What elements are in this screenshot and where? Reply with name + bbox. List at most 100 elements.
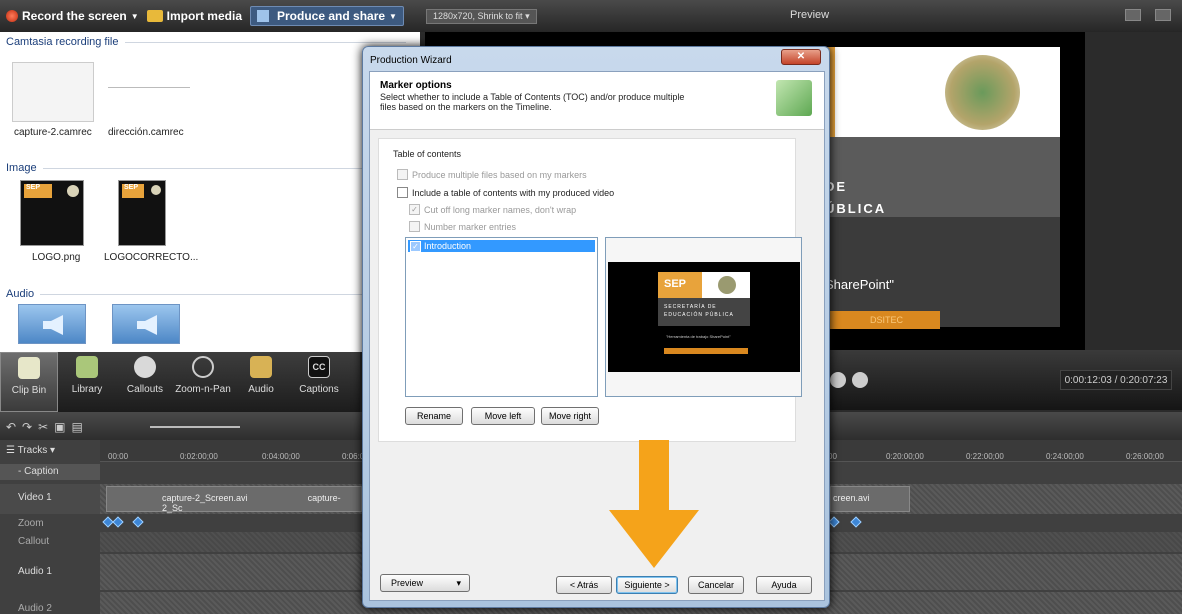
zoom-keyframe[interactable]: [132, 516, 144, 528]
tab-label: Zoom-n-Pan: [175, 384, 231, 395]
tab-clip-bin[interactable]: Clip Bin: [0, 352, 58, 412]
tracks-label: Tracks: [17, 445, 48, 456]
preview-size-label: 1280x720, Shrink to fit: [433, 11, 523, 21]
checkbox-label: Include a table of contents with my prod…: [412, 187, 615, 198]
record-icon: [6, 10, 18, 22]
section-audio-label: Audio: [6, 288, 35, 300]
preview-dropdown[interactable]: Preview ▾: [380, 574, 470, 592]
time-display: 0:00:12:03 / 0:20:07:23: [1060, 370, 1172, 390]
seal-icon: [67, 185, 79, 197]
recording-name: capture-2.camrec: [14, 127, 92, 138]
ruler-tick: 0:22:00;00: [966, 452, 1004, 461]
image-name: LOGO.png: [32, 252, 81, 263]
thumb-white: [702, 272, 750, 298]
list-item-label: Introduction: [424, 241, 472, 251]
clip-name: creen.avi: [833, 493, 870, 503]
import-media-button[interactable]: Import media: [146, 9, 242, 23]
track-name: Audio 1: [18, 566, 52, 577]
chevron-down-icon[interactable]: ▼: [389, 12, 397, 21]
list-item[interactable]: ✓ Introduction: [408, 240, 595, 252]
toc-label: Table of contents: [393, 149, 462, 159]
image-thumb[interactable]: SEP: [118, 180, 166, 246]
move-left-button[interactable]: Move left: [471, 407, 535, 425]
zoom-keyframe[interactable]: [828, 516, 840, 528]
back-button[interactable]: < Atrás: [556, 576, 612, 594]
section-recording: Camtasia recording file: [6, 36, 406, 48]
speaker-icon: [250, 356, 272, 378]
annotation-arrow: [609, 440, 699, 568]
tab-callouts[interactable]: Callouts: [116, 352, 174, 412]
video-track-header[interactable]: Video 1: [0, 484, 100, 514]
divider: [42, 167, 406, 169]
move-right-button[interactable]: Move right: [541, 407, 599, 425]
cancel-button[interactable]: Cancelar: [688, 576, 744, 594]
tab-audio[interactable]: Audio: [232, 352, 290, 412]
track-name: Audio 2: [18, 603, 52, 614]
ruler-tick: 00:00: [108, 452, 129, 461]
detach-icon[interactable]: [1125, 9, 1141, 21]
dialog-footer: Preview ▾ < Atrás Siguiente > Cancelar Ay…: [370, 574, 824, 602]
checkbox-label: Number marker entries: [424, 221, 517, 232]
library-icon: [76, 356, 98, 378]
multiple-files-checkbox[interactable]: Produce multiple files based on my marke…: [397, 169, 587, 180]
include-toc-checkbox[interactable]: Include a table of contents with my prod…: [397, 187, 614, 198]
record-screen-button[interactable]: Record the screen ▼: [6, 9, 139, 23]
checkbox[interactable]: [397, 169, 408, 180]
rename-button[interactable]: Rename: [405, 407, 463, 425]
import-label: Import media: [166, 9, 242, 23]
edit-tools-icon[interactable]: ↶↷✂▣▤: [6, 420, 89, 434]
tab-library[interactable]: Library: [58, 352, 116, 412]
speaker-icon: [137, 315, 157, 335]
slide-text: ÚBLICA: [825, 201, 887, 216]
next-button[interactable]: Siguiente >: [616, 576, 678, 594]
chevron-down-icon[interactable]: ▼: [131, 12, 139, 21]
caption-track-header[interactable]: - Caption: [0, 464, 100, 480]
ruler-tick: 0:24:00;00: [1046, 452, 1084, 461]
track-name: Callout: [18, 536, 50, 547]
slide-white-block: [835, 47, 1060, 137]
audio-thumb[interactable]: [112, 304, 180, 344]
tab-label: Audio: [248, 384, 274, 395]
thumb-bar: [664, 348, 748, 354]
production-wizard-dialog: Production Wizard ✕ Marker options Selec…: [362, 46, 830, 608]
fullscreen-icon[interactable]: [1155, 9, 1171, 21]
audio-thumb[interactable]: [18, 304, 86, 344]
seal-icon: [718, 276, 736, 294]
tracks-menu[interactable]: ☰ Tracks ▾: [6, 445, 55, 456]
checkbox[interactable]: ✓: [410, 240, 421, 252]
recording-thumb[interactable]: [108, 62, 190, 122]
ruler-tick: 0:20:00;00: [886, 452, 924, 461]
cutoff-names-checkbox[interactable]: ✓ Cut off long marker names, don't wrap: [409, 204, 576, 215]
produce-icon: [257, 10, 269, 22]
marker-list[interactable]: ✓ Introduction: [405, 237, 598, 397]
zoom-keyframe[interactable]: [112, 516, 124, 528]
record-label: Record the screen: [22, 9, 127, 23]
tab-captions[interactable]: CC Captions: [290, 352, 348, 412]
zoom-slider[interactable]: [150, 426, 240, 428]
rewind-icon[interactable]: [830, 372, 846, 388]
ruler-tick: 0:02:00;00: [180, 452, 218, 461]
produce-share-button[interactable]: Produce and share ▼: [250, 6, 404, 26]
checkbox[interactable]: ✓: [409, 204, 420, 215]
help-button[interactable]: Ayuda: [756, 576, 812, 594]
preview-label: Preview: [391, 578, 424, 588]
preview-title: Preview: [790, 9, 830, 21]
recording-thumb[interactable]: [12, 62, 94, 122]
seal-icon: [151, 185, 161, 195]
tab-zoom-n-pan[interactable]: Zoom-n-Pan: [174, 352, 232, 412]
checkbox[interactable]: [409, 221, 420, 232]
clip-name: capture-2_Screen.avi: [162, 493, 248, 503]
zoom-keyframe[interactable]: [850, 516, 862, 528]
image-name: LOGOCORRECTO...: [104, 252, 199, 263]
video-clip[interactable]: capture-2_Screen.avi capture-2_Sc: [106, 486, 362, 513]
clip-bin-panel: Camtasia recording file capture-2.camrec…: [0, 32, 420, 352]
dialog-content: Marker options Select whether to include…: [369, 71, 825, 601]
close-button[interactable]: ✕: [781, 49, 821, 65]
preview-size-dropdown[interactable]: 1280x720, Shrink to fit ▾: [426, 9, 537, 24]
checkbox[interactable]: [397, 187, 408, 198]
number-entries-checkbox[interactable]: Number marker entries: [409, 221, 516, 232]
next-icon[interactable]: [852, 372, 868, 388]
tab-label: Library: [71, 384, 103, 395]
image-thumb[interactable]: SEP: [20, 180, 84, 246]
video-clip[interactable]: creen.avi: [830, 486, 910, 512]
